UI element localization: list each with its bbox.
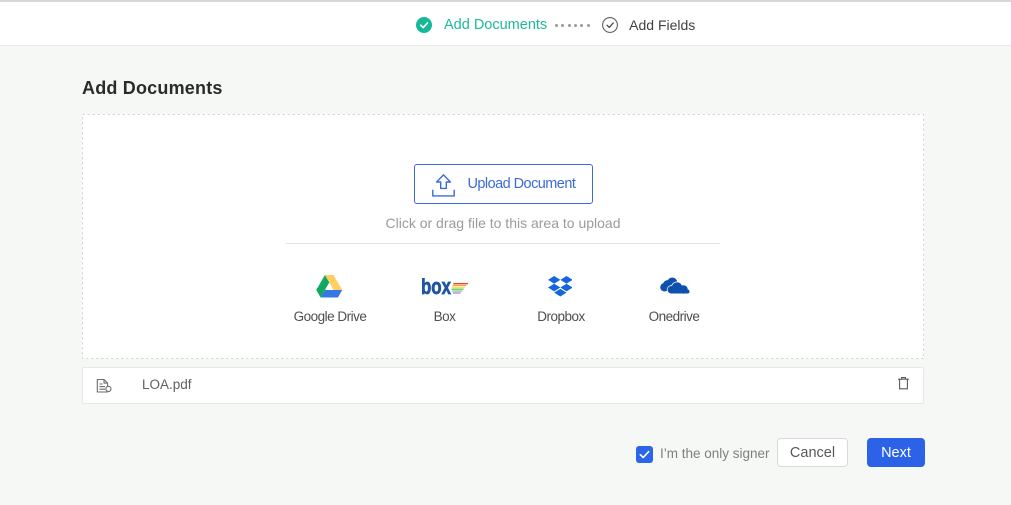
svg-text:box: box <box>422 278 451 295</box>
